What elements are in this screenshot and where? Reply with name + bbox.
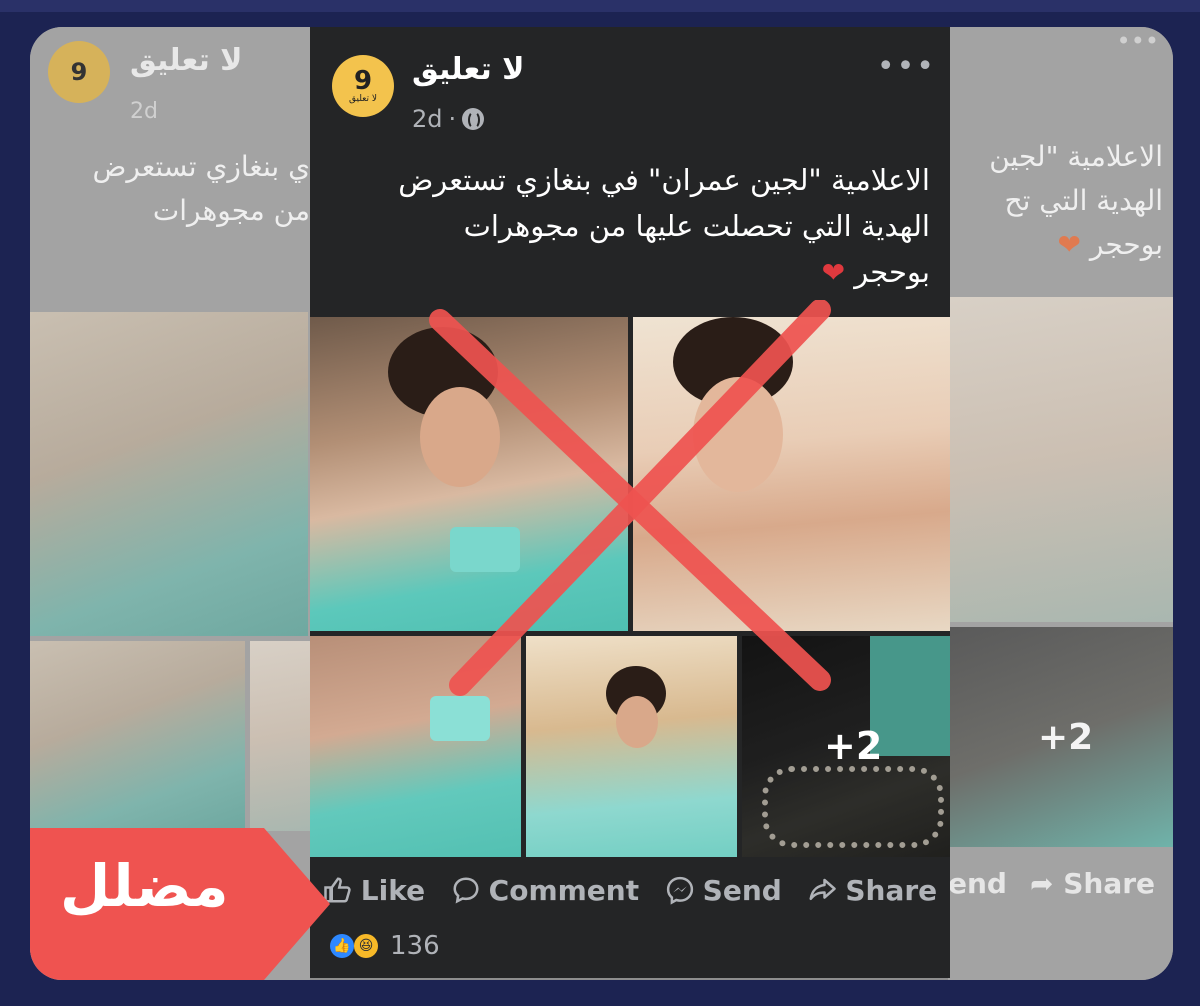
like-icon <box>324 877 351 903</box>
caption-line-text: بوحجر <box>1089 228 1163 261</box>
post-caption-partial: الاعلامية "لجين الهدية التي تح بوحجر ❤ <box>953 135 1163 267</box>
post-actions: Like Comment Send Share <box>310 865 950 915</box>
heart-icon: ❤ <box>821 256 846 289</box>
comment-button[interactable]: Comment <box>451 874 639 907</box>
post-photo[interactable] <box>310 636 521 857</box>
like-reaction-icon: 👍 <box>330 934 354 958</box>
photo-detail <box>420 387 500 487</box>
send-button[interactable]: Send <box>665 874 782 907</box>
messenger-icon <box>666 876 693 905</box>
caption-line: ي بنغازي تستعرض <box>92 150 310 183</box>
share-label: Share <box>1063 867 1156 900</box>
post-photo[interactable] <box>526 636 737 857</box>
send-label: Send <box>702 873 782 907</box>
post-caption: الاعلامية "لجين عمران" في بنغازي تستعرض … <box>330 157 930 296</box>
page-avatar[interactable]: 9 لا تعليق <box>332 55 394 117</box>
photo-detail <box>616 696 658 748</box>
avatar-label: لا تعليق <box>348 94 378 104</box>
haha-reaction-icon: 😆 <box>354 934 378 958</box>
share-label: Share <box>845 873 938 907</box>
caption-line: الاعلامية "لجين <box>989 140 1163 173</box>
caption-line: من مجوهرات <box>152 194 310 227</box>
share-button[interactable]: Share <box>807 874 937 907</box>
globe-icon <box>462 108 485 130</box>
avatar-number: 9 <box>353 66 373 96</box>
share-icon: ➦ <box>1030 867 1054 900</box>
post-photo <box>948 297 1173 622</box>
post-photo <box>30 641 245 831</box>
page-name: لا تعليق <box>130 43 243 78</box>
comment-label: Comment <box>488 873 640 907</box>
caption-line: الاعلامية "لجين عمران" في بنغازي تستعرض <box>398 163 930 197</box>
post-photo <box>250 641 310 831</box>
like-label: Like <box>360 873 426 907</box>
comment-icon <box>453 877 479 904</box>
share-icon <box>809 878 837 900</box>
send-label-partial: end <box>948 867 1007 900</box>
facebook-post: 9 لا تعليق لا تعليق 2d · ••• الاعلامية "… <box>310 27 950 978</box>
caption-line: بوحجر ❤ <box>953 223 1163 267</box>
caption-line-text: بوحجر <box>854 255 930 289</box>
post-photo[interactable] <box>310 317 628 631</box>
ghost-post-right: ••• الاعلامية "لجين الهدية التي تح بوحجر… <box>948 27 1173 980</box>
post-photo-more[interactable]: +2 <box>742 636 950 857</box>
photo-detail <box>693 377 783 492</box>
post-time: 2d <box>130 99 158 124</box>
background-stripe <box>0 0 1200 12</box>
post-photo[interactable] <box>633 317 950 631</box>
post-time[interactable]: 2d <box>412 105 443 133</box>
like-button[interactable]: Like <box>323 874 425 907</box>
avatar-number: 9 <box>70 58 88 86</box>
misleading-label: مضلل <box>60 852 229 920</box>
caption-line: الهدية التي تحصلت عليها من مجوهرات <box>463 209 930 243</box>
page-avatar: 9 <box>48 41 110 103</box>
separator-dot: · <box>448 105 457 133</box>
reactions-summary[interactable]: 👍 😆 136 <box>330 931 440 961</box>
caption-line: الهدية التي تح <box>1004 184 1163 217</box>
post-meta: 2d · <box>412 105 485 133</box>
heart-icon: ❤ <box>1057 228 1081 261</box>
more-icon: ••• <box>1116 27 1159 55</box>
page-name[interactable]: لا تعليق <box>412 52 525 87</box>
post-caption-partial: ي بنغازي تستعرض من مجوهرات <box>55 145 310 233</box>
photo-detail <box>450 527 520 572</box>
share-button: ➦ Share <box>1030 867 1155 900</box>
more-photos-count: +2 <box>1038 717 1094 758</box>
more-photos-count: +2 <box>824 724 883 768</box>
photo-detail <box>430 696 490 741</box>
caption-line: بوحجر ❤ <box>330 249 930 296</box>
photo-grid: +2 <box>310 317 950 857</box>
post-photo <box>30 312 308 636</box>
reaction-count: 136 <box>390 931 440 961</box>
more-options-button[interactable]: ••• <box>877 49 936 84</box>
